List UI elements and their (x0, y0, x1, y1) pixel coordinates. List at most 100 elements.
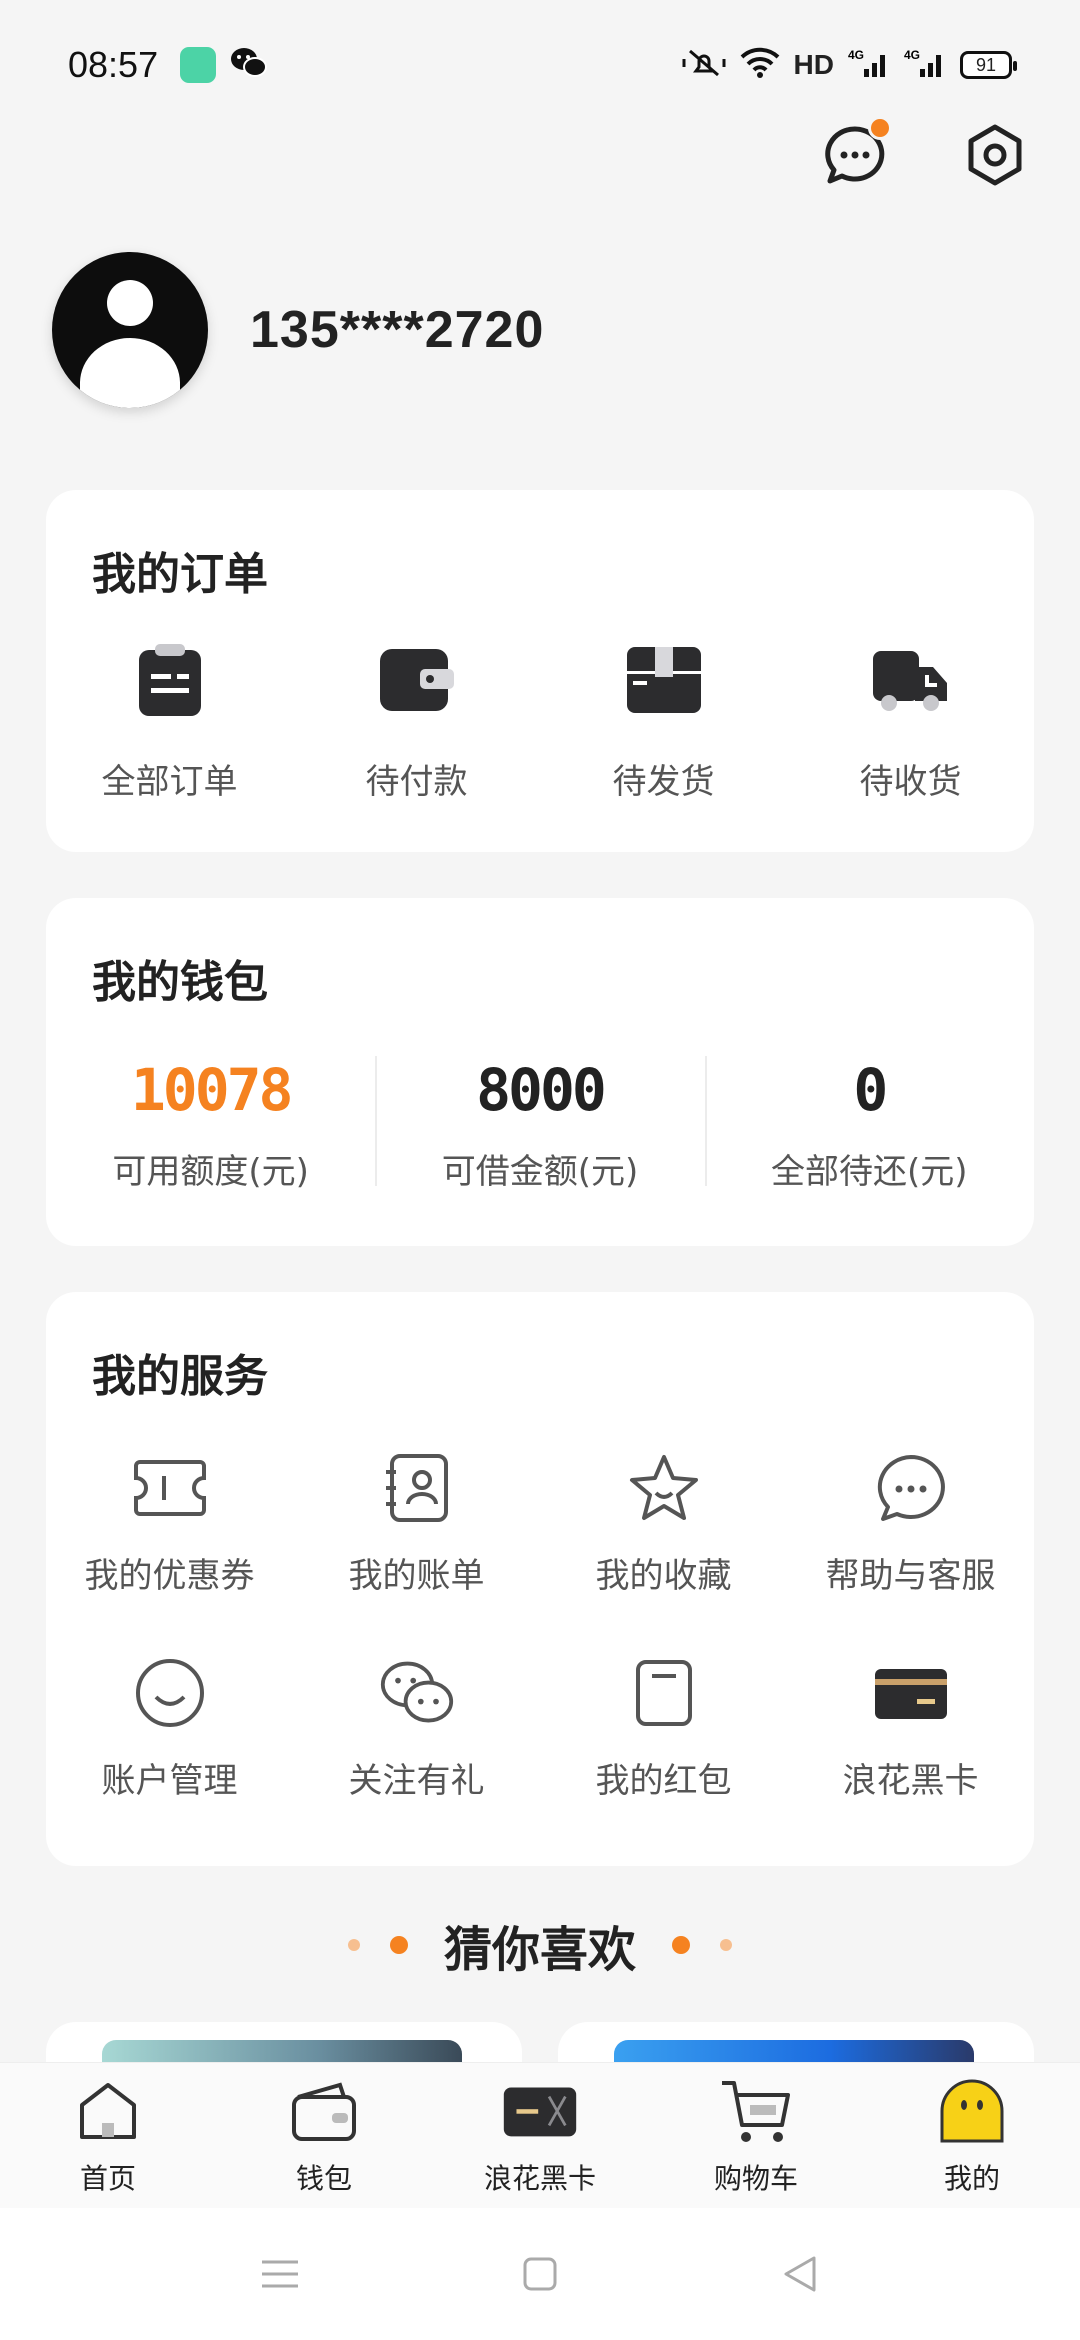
tab-black-card[interactable]: 浪花黑卡 (432, 2063, 648, 2208)
tab-cart-label: 购物车 (713, 2162, 798, 2195)
coupon-icon (132, 1450, 208, 1526)
svg-text:4G: 4G (904, 48, 920, 62)
order-to-receive-label: 待收货 (859, 762, 962, 802)
decor-dot (672, 1936, 690, 1954)
tab-wallet-label: 钱包 (295, 2162, 352, 2195)
box-icon (624, 640, 704, 720)
svg-text:4G: 4G (848, 48, 864, 62)
truck-icon (871, 640, 951, 720)
tab-cart[interactable]: 购物车 (648, 2063, 864, 2208)
wallet-title: 我的钱包 (92, 957, 268, 1008)
service-favorites[interactable]: 我的收藏 (540, 1450, 787, 1597)
service-follow-label: 关注有礼 (348, 1761, 485, 1801)
service-coupon-label: 我的优惠券 (84, 1556, 255, 1596)
service-bill[interactable]: 我的账单 (293, 1450, 540, 1597)
clipboard-icon (130, 640, 210, 720)
red-envelope-icon (626, 1655, 702, 1731)
wifi-icon (740, 47, 780, 83)
decor-dot (389, 1936, 408, 1954)
service-follow[interactable]: 关注有礼 (293, 1655, 540, 1802)
mute-icon (682, 47, 726, 83)
home-icon (70, 2073, 146, 2149)
recent-apps-button[interactable] (255, 2249, 305, 2299)
tab-mine[interactable]: 我的 (864, 2063, 1080, 2208)
network-label: HD (793, 49, 834, 80)
tab-home[interactable]: 首页 (0, 2063, 216, 2208)
bill-icon (379, 1450, 455, 1526)
wallet-borrowable-label: 可借金额(元) (441, 1152, 639, 1192)
service-help[interactable]: 帮助与客服 (787, 1450, 1034, 1597)
profile-icon (934, 2073, 1010, 2149)
black-card-icon (873, 1655, 949, 1731)
profile-header: 135****2720 (52, 252, 544, 408)
order-unpaid[interactable]: 待付款 (293, 640, 540, 803)
signal-icon-2: 4G (904, 47, 946, 83)
top-actions (820, 116, 1030, 190)
back-button[interactable] (775, 2249, 825, 2299)
wallet-repay[interactable]: 0 全部待还(元) (704, 1056, 1034, 1193)
service-red-envelope-label: 我的红包 (595, 1761, 732, 1801)
cart-icon (718, 2073, 794, 2149)
tab-black-card-label: 浪花黑卡 (483, 2162, 596, 2195)
tab-home-label: 首页 (79, 2162, 136, 2195)
wallet-repay-label: 全部待还(元) (771, 1152, 968, 1192)
service-account-label: 账户管理 (101, 1761, 238, 1801)
chat-icon (873, 1450, 949, 1526)
orders-title: 我的订单 (92, 549, 268, 600)
order-to-ship-label: 待发货 (612, 762, 715, 802)
smile-icon (132, 1655, 208, 1731)
back-triangle-icon (784, 2256, 816, 2292)
app-notification-icon (180, 47, 217, 83)
service-black-card[interactable]: 浪花黑卡 (787, 1655, 1034, 1802)
wallet-borrowable[interactable]: 8000 可借金额(元) (375, 1056, 704, 1193)
order-all-label: 全部订单 (101, 762, 238, 802)
message-button[interactable] (820, 116, 892, 190)
service-account[interactable]: 账户管理 (46, 1655, 293, 1802)
services-title: 我的服务 (92, 1351, 268, 1402)
user-phone: 135****2720 (250, 301, 545, 359)
wallet-available[interactable]: 10078 可用额度(元) (46, 1056, 375, 1193)
signal-icon: 4G (848, 47, 890, 83)
gear-icon (968, 124, 1022, 186)
order-to-receive[interactable]: 待收货 (787, 640, 1034, 803)
service-coupon[interactable]: 我的优惠券 (46, 1450, 293, 1597)
orders-card: 我的订单 全部订单 待付款 待发货 待收货 (46, 490, 1034, 852)
tab-wallet[interactable]: 钱包 (216, 2063, 432, 2208)
wechat-notification-icon (230, 46, 268, 84)
wallet-available-value: 10078 (130, 1056, 294, 1124)
service-favorites-label: 我的收藏 (595, 1556, 732, 1596)
message-badge (868, 116, 892, 140)
guess-section-header: 猜你喜欢 (0, 1910, 1080, 1980)
tab-mine-label: 我的 (943, 2162, 1000, 2195)
settings-button[interactable] (960, 120, 1030, 190)
wallet-available-label: 可用额度(元) (112, 1152, 309, 1192)
order-all[interactable]: 全部订单 (46, 640, 293, 803)
guess-title: 猜你喜欢 (443, 1922, 636, 1978)
system-navigation-bar (0, 2208, 1080, 2340)
menu-icon (262, 2260, 298, 2288)
decor-dot (720, 1939, 732, 1951)
wallet-card: 我的钱包 10078 可用额度(元) 8000 可借金额(元) 0 全部待还(元… (46, 898, 1034, 1246)
avatar[interactable] (52, 252, 208, 408)
decor-dot (347, 1939, 360, 1951)
order-to-ship[interactable]: 待发货 (540, 640, 787, 803)
wallet-icon (377, 640, 457, 720)
services-card: 我的服务 我的优惠券 我的账单 我的收藏 帮助与客服 账户管理 关注有礼 我的红… (46, 1292, 1034, 1866)
wallet-borrowable-value: 8000 (476, 1056, 607, 1124)
black-card-icon (502, 2073, 578, 2149)
battery-indicator: 91 (960, 51, 1017, 79)
service-bill-label: 我的账单 (348, 1556, 485, 1596)
wechat-icon (379, 1655, 455, 1731)
status-time: 08:57 (68, 44, 159, 85)
star-icon (626, 1450, 702, 1526)
home-button[interactable] (515, 2249, 565, 2299)
service-black-card-label: 浪花黑卡 (842, 1761, 979, 1801)
wallet-repay-value: 0 (853, 1056, 888, 1124)
status-bar: 08:57 HD 4G 4G 91 (0, 0, 1080, 130)
square-icon (523, 2257, 557, 2291)
wallet-icon (286, 2073, 362, 2149)
service-red-envelope[interactable]: 我的红包 (540, 1655, 787, 1802)
bottom-tab-bar: 首页 钱包 浪花黑卡 购物车 我的 (0, 2062, 1080, 2208)
order-unpaid-label: 待付款 (365, 762, 468, 802)
service-help-label: 帮助与客服 (825, 1556, 996, 1596)
